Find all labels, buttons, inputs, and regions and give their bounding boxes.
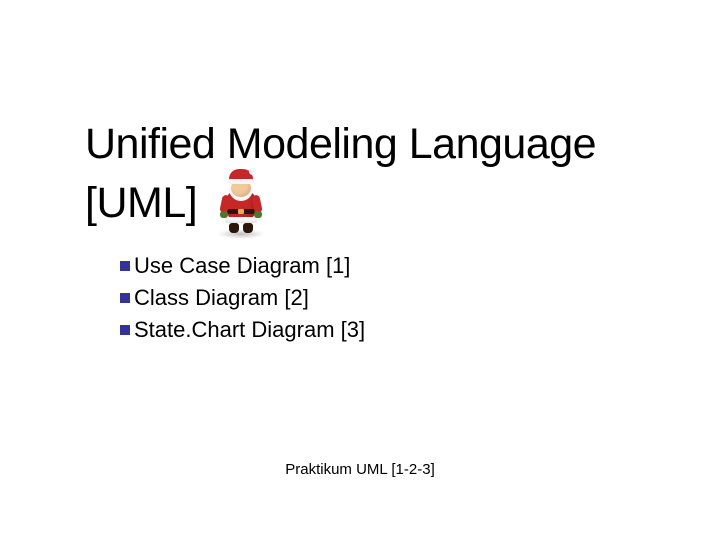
list-item: Use Case Diagram [1] xyxy=(120,250,365,282)
bullet-icon xyxy=(120,293,130,303)
bullet-label: Class Diagram [2] xyxy=(134,282,309,314)
slide: Unified Modeling Language [UML] xyxy=(0,0,720,540)
bullet-icon xyxy=(120,325,130,335)
title-line-2-row: [UML] xyxy=(85,169,645,237)
slide-footer: Praktikum UML [1-2-3] xyxy=(0,461,720,478)
bullet-label: Use Case Diagram [1] xyxy=(134,250,350,282)
list-item: State.Chart Diagram [3] xyxy=(120,314,365,346)
bullet-label: State.Chart Diagram [3] xyxy=(134,314,365,346)
title-line-2: [UML] xyxy=(85,179,197,228)
santa-figure-icon xyxy=(211,165,271,237)
slide-title: Unified Modeling Language [UML] xyxy=(85,120,645,237)
list-item: Class Diagram [2] xyxy=(120,282,365,314)
bullet-list: Use Case Diagram [1] Class Diagram [2] S… xyxy=(120,250,365,346)
bullet-icon xyxy=(120,261,130,271)
title-line-1: Unified Modeling Language xyxy=(85,120,645,169)
